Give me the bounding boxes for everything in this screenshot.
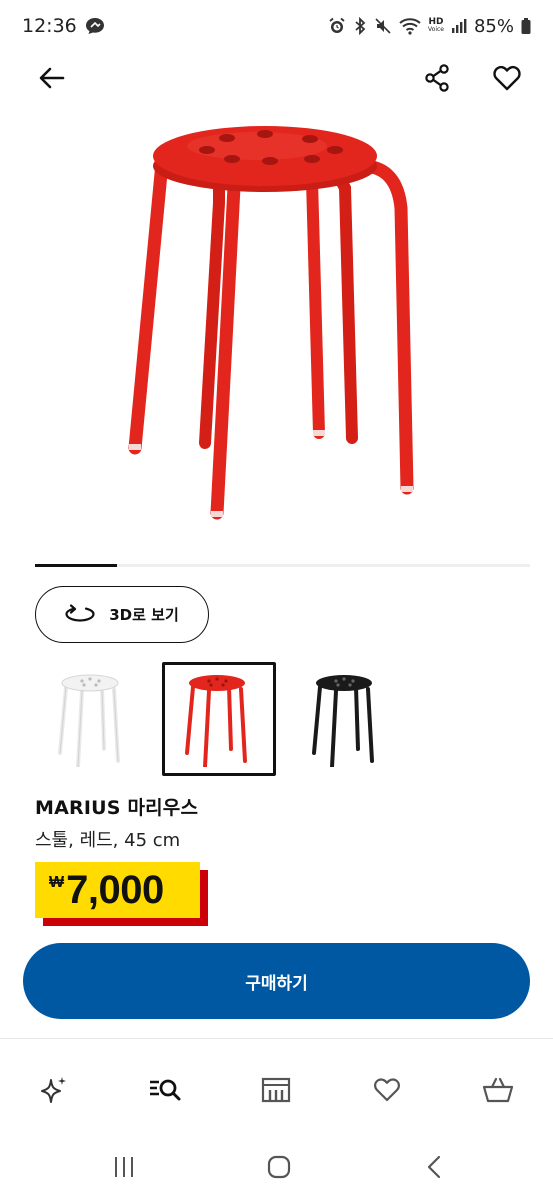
system-back-button[interactable] [414, 1152, 454, 1186]
signal-icon [451, 18, 467, 34]
recent-apps-button[interactable] [104, 1152, 144, 1186]
favorite-button[interactable] [485, 58, 529, 102]
product-name: MARIUS 마리우스 [35, 797, 199, 819]
back-chevron-icon [424, 1154, 444, 1184]
battery-percent: 85% [473, 15, 514, 37]
status-bar: 12:36 HD Voice 85% [0, 0, 553, 52]
nav-item-store[interactable] [256, 1072, 296, 1112]
status-time: 12:36 [22, 15, 77, 37]
bluetooth-icon [353, 17, 367, 35]
bottom-navigation [0, 1058, 553, 1122]
variant-black[interactable] [289, 662, 403, 776]
nav-item-favorites[interactable] [367, 1072, 407, 1112]
price-box: ₩ 7,000 [35, 862, 200, 918]
buy-button[interactable]: 구매하기 [23, 943, 530, 1019]
arrow-left-icon [39, 67, 65, 93]
sparkle-icon [39, 1075, 69, 1109]
rotate-3d-icon [65, 603, 95, 627]
nav-divider [0, 1038, 553, 1039]
stool-image-red [128, 126, 413, 520]
gallery-progress-active [35, 564, 117, 567]
basket-icon [482, 1076, 514, 1108]
nav-item-search[interactable] [145, 1072, 185, 1112]
share-icon [424, 64, 450, 96]
color-variants [35, 662, 435, 776]
wifi-icon [399, 17, 421, 35]
price-value: 7,000 [66, 867, 164, 912]
hd-voice-badge: HD Voice [428, 17, 444, 34]
back-button[interactable] [30, 58, 74, 102]
gallery-progress [35, 564, 530, 567]
alarm-icon [328, 17, 346, 35]
variant-red[interactable] [162, 662, 276, 776]
price-currency: ₩ [49, 874, 65, 891]
top-app-bar [0, 52, 553, 108]
share-button[interactable] [415, 58, 459, 102]
heart-outline-icon [493, 65, 521, 95]
product-description: 스툴, 레드, 45 cm [35, 830, 181, 851]
battery-icon [521, 17, 531, 35]
stool-red-thumbnail [185, 675, 247, 767]
home-icon [266, 1154, 292, 1184]
nav-item-inspiration[interactable] [34, 1072, 74, 1112]
stool-white-thumbnail [58, 674, 120, 767]
recent-apps-icon [111, 1155, 137, 1183]
mute-icon [374, 17, 392, 35]
view-3d-button[interactable]: 3D로 보기 [35, 586, 209, 643]
view-3d-label: 3D로 보기 [109, 606, 179, 624]
variant-white[interactable] [35, 662, 149, 776]
search-list-icon [148, 1076, 182, 1108]
nav-item-cart[interactable] [478, 1072, 518, 1112]
price-tag: ₩ 7,000 [35, 862, 208, 926]
stool-black-thumbnail [312, 675, 374, 767]
chat-bubble-icon [85, 17, 105, 35]
heart-icon [373, 1077, 401, 1107]
system-navigation-bar [0, 1136, 553, 1200]
product-image[interactable] [0, 108, 553, 538]
store-icon [260, 1076, 292, 1108]
home-button[interactable] [259, 1152, 299, 1186]
